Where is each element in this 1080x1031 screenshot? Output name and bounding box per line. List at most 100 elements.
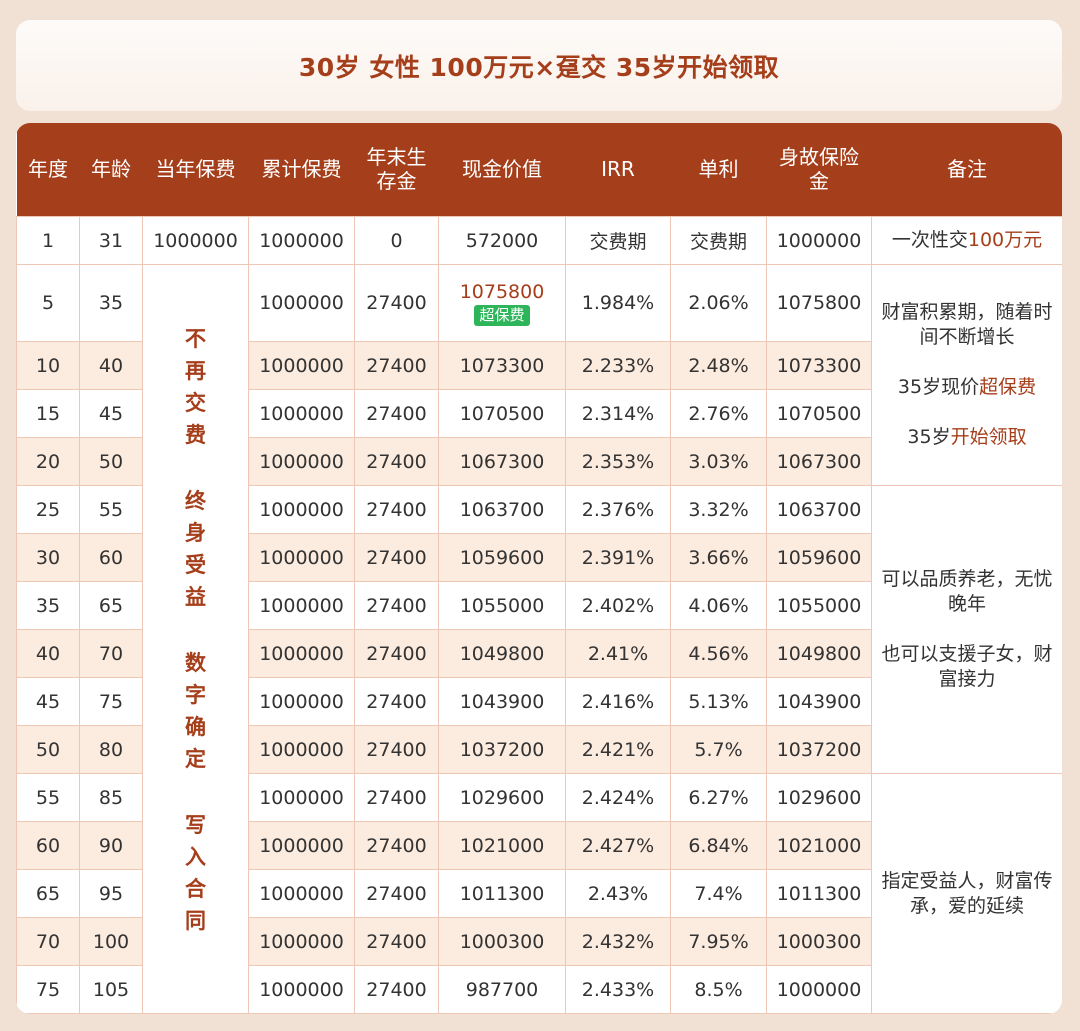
cell-death-benefit: 1029600: [766, 773, 872, 822]
header-line: 金: [809, 168, 829, 193]
slogan-char: 数: [185, 651, 206, 675]
cell-age: 31: [79, 216, 143, 265]
cell-year: 50: [16, 725, 80, 774]
header-line: 存金: [376, 168, 417, 193]
slogan-char: 受: [185, 553, 206, 577]
cell-simple-interest: 3.66%: [670, 533, 767, 582]
slogan-char: 字: [185, 683, 206, 707]
cell-survival-benefit: 27400: [354, 773, 439, 822]
cell-death-benefit: 1073300: [766, 341, 872, 390]
cell-survival-benefit: 27400: [354, 869, 439, 918]
cell-cash-value: 1043900: [438, 677, 566, 726]
slogan-char: 终: [185, 489, 206, 513]
cell-death-benefit: 1049800: [766, 629, 872, 678]
cell-age: 75: [79, 677, 143, 726]
header-death-benefit: 身故保险金: [766, 123, 872, 217]
cell-simple-interest: 7.95%: [670, 917, 767, 966]
cell-death-benefit: 1037200: [766, 725, 872, 774]
cell-age: 85: [79, 773, 143, 822]
slogan-lifetime-benefit: 终 身 受 益: [185, 485, 207, 613]
cell-cumulative-premium: 1000000: [248, 389, 355, 438]
cell-year: 1: [16, 216, 80, 265]
slogan-char: 同: [185, 909, 206, 933]
cell-irr: 2.314%: [565, 389, 671, 438]
cell-cash-value: 572000: [438, 216, 566, 265]
cell-age: 35: [79, 264, 143, 342]
header-cumulative-premium: 累计保费: [248, 123, 355, 217]
cell-year: 30: [16, 533, 80, 582]
cell-cumulative-premium: 1000000: [248, 965, 355, 1014]
note-highlight: 开始领取: [950, 426, 1027, 448]
cell-death-benefit: 1059600: [766, 533, 872, 582]
benefit-table: 年度 年龄 当年保费 累计保费 年末生 存金 现金价值 IRR 单利 身故保险金 …: [16, 123, 1062, 1014]
cell-death-benefit: 1000300: [766, 917, 872, 966]
cell-cash-value: 1037200: [438, 725, 566, 774]
page-title: 30岁 女性 100万元×趸交 35岁开始领取: [298, 52, 780, 82]
cell-death-benefit: 1021000: [766, 821, 872, 870]
cell-age: 70: [79, 629, 143, 678]
cell-cash-value: 1063700: [438, 485, 566, 534]
cell-irr: 2.43%: [565, 869, 671, 918]
slogan-char: 身: [185, 521, 206, 545]
note-text: 35岁: [907, 426, 951, 448]
cell-irr: 2.427%: [565, 821, 671, 870]
cell-year: 40: [16, 629, 80, 678]
cell-year: 60: [16, 821, 80, 870]
cell-note-accumulation: 财富积累期，随着时间不断增长 35岁现价超保费 35岁开始领取: [871, 264, 1062, 486]
cell-cumulative-premium: 1000000: [248, 581, 355, 630]
header-survival-benefit: 年末生 存金: [354, 123, 439, 217]
cell-age: 80: [79, 725, 143, 774]
slogan-char: 定: [185, 747, 206, 771]
cell-cash-value: 1075800 超保费: [438, 264, 566, 342]
exceeds-premium-badge: 超保费: [474, 304, 530, 326]
cell-age: 45: [79, 389, 143, 438]
cell-cash-value: 1067300: [438, 437, 566, 486]
header-year: 年度: [16, 123, 80, 217]
cell-cumulative-premium: 1000000: [248, 677, 355, 726]
header-simple-interest: 单利: [670, 123, 767, 217]
cell-cumulative-premium: 1000000: [248, 533, 355, 582]
cell-death-benefit: 1011300: [766, 869, 872, 918]
slogan-char: 合: [185, 877, 206, 901]
header-irr: IRR: [565, 123, 671, 217]
cell-year: 10: [16, 341, 80, 390]
cell-age: 50: [79, 437, 143, 486]
cell-note-retirement: 可以品质养老，无忧晚年 也可以支援子女，财富接力: [871, 485, 1062, 774]
header-age: 年龄: [79, 123, 143, 217]
slogan-char: 确: [185, 715, 206, 739]
cell-age: 65: [79, 581, 143, 630]
cell-cumulative-premium: 1000000: [248, 264, 355, 342]
vertical-slogan: 不 再 交 费 终 身 受 益 数 字 确 定 写 入 合 同: [142, 264, 249, 1014]
cell-death-benefit: 1063700: [766, 485, 872, 534]
slogan-char: 再: [185, 359, 206, 383]
note-accumulation: 财富积累期，随着时间不断增长: [881, 301, 1053, 348]
cell-survival-benefit: 27400: [354, 581, 439, 630]
slogan-char: 不: [185, 327, 206, 351]
cell-irr: 2.433%: [565, 965, 671, 1014]
cell-cash-value: 1059600: [438, 533, 566, 582]
cell-irr: 2.391%: [565, 533, 671, 582]
note-support-children: 也可以支援子女，财富接力: [881, 643, 1053, 690]
slogan-guaranteed-numbers: 数 字 确 定: [185, 647, 207, 775]
slogan-char: 交: [185, 391, 206, 415]
cell-survival-benefit: 0: [354, 216, 439, 265]
cell-year: 35: [16, 581, 80, 630]
cell-survival-benefit: 27400: [354, 485, 439, 534]
cell-cumulative-premium: 1000000: [248, 917, 355, 966]
cell-death-benefit: 1075800: [766, 264, 872, 342]
cell-age: 90: [79, 821, 143, 870]
cell-year: 5: [16, 264, 80, 342]
cell-simple-interest: 3.32%: [670, 485, 767, 534]
cell-age: 55: [79, 485, 143, 534]
table-row: 1 31 1000000 1000000 0 572000 交费期 交费期 10…: [16, 216, 1062, 265]
cell-age: 95: [79, 869, 143, 918]
cell-death-benefit: 1055000: [766, 581, 872, 630]
cell-cash-value: 1055000: [438, 581, 566, 630]
slogan-char: 写: [185, 813, 206, 837]
cell-simple-interest: 8.5%: [670, 965, 767, 1014]
cell-year: 45: [16, 677, 80, 726]
cell-cumulative-premium: 1000000: [248, 725, 355, 774]
cell-survival-benefit: 27400: [354, 677, 439, 726]
cell-cumulative-premium: 1000000: [248, 437, 355, 486]
cell-irr: 2.421%: [565, 725, 671, 774]
